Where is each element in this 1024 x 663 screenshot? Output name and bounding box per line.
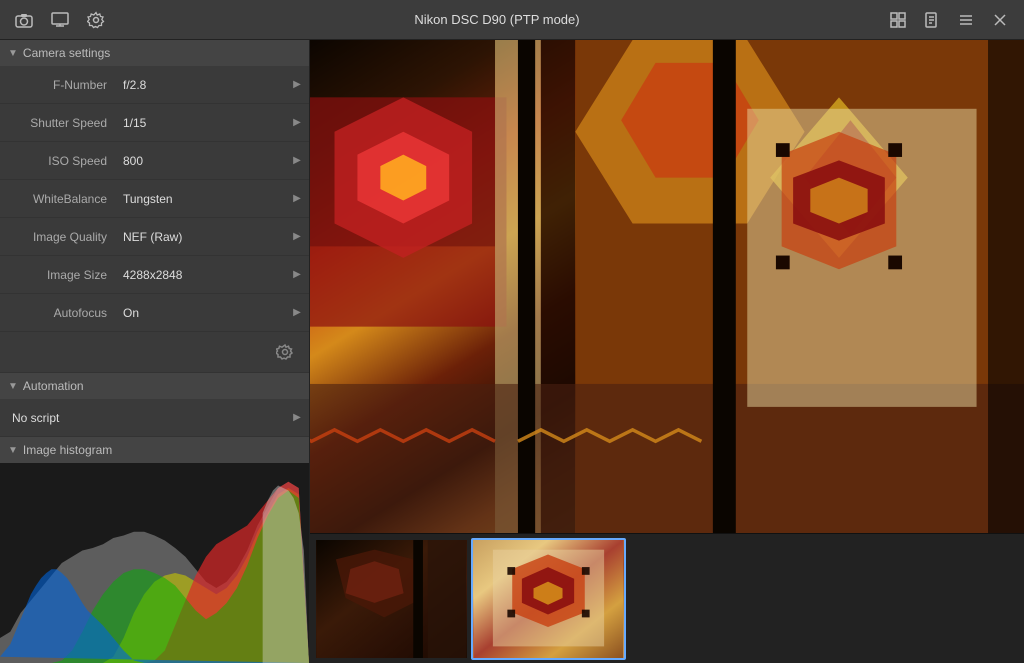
left-panel: ▼ Camera settings F-Number f/2.8 ▶ Shutt… bbox=[0, 40, 310, 663]
main-content: ▼ Camera settings F-Number f/2.8 ▶ Shutt… bbox=[0, 40, 1024, 663]
thumbnail-1-image bbox=[316, 540, 467, 658]
automation-script-row: No script ▶ bbox=[0, 399, 309, 437]
whitebalance-label: WhiteBalance bbox=[0, 192, 115, 206]
shutter-row: Shutter Speed 1/15 ▶ bbox=[0, 104, 309, 142]
close-button[interactable] bbox=[986, 6, 1014, 34]
iso-label: ISO Speed bbox=[0, 154, 115, 168]
automation-arrow: ▼ bbox=[8, 381, 18, 392]
display-icon[interactable] bbox=[46, 6, 74, 34]
gear-row bbox=[0, 332, 309, 373]
histogram-section: ▼ Image histogram bbox=[0, 437, 309, 663]
histogram-label: Image histogram bbox=[23, 443, 112, 457]
add-button[interactable] bbox=[884, 6, 912, 34]
fnumber-label: F-Number bbox=[0, 78, 115, 92]
thumbnail-strip bbox=[310, 533, 1024, 663]
whitebalance-value: Tungsten bbox=[115, 192, 285, 206]
doc-button[interactable] bbox=[918, 6, 946, 34]
right-panel bbox=[310, 40, 1024, 663]
imagesize-label: Image Size bbox=[0, 268, 115, 282]
titlebar-right bbox=[884, 6, 1014, 34]
imagesize-arrow[interactable]: ▶ bbox=[285, 256, 309, 293]
camera-settings-arrow: ▼ bbox=[8, 48, 18, 59]
autofocus-arrow[interactable]: ▶ bbox=[285, 294, 309, 331]
fnumber-arrow[interactable]: ▶ bbox=[285, 66, 309, 103]
autofocus-row: Autofocus On ▶ bbox=[0, 294, 309, 332]
camera-icon[interactable] bbox=[10, 6, 38, 34]
gear-settings-button[interactable] bbox=[271, 338, 299, 366]
camera-settings-header[interactable]: ▼ Camera settings bbox=[0, 40, 309, 66]
fnumber-value: f/2.8 bbox=[115, 78, 285, 92]
camera-settings-label: Camera settings bbox=[23, 46, 110, 60]
histogram-arrow: ▼ bbox=[8, 445, 18, 456]
window-title: Nikon DSC D90 (PTP mode) bbox=[110, 12, 884, 27]
imagesize-row: Image Size 4288x2848 ▶ bbox=[0, 256, 309, 294]
imagesize-value: 4288x2848 bbox=[115, 268, 285, 282]
iso-row: ISO Speed 800 ▶ bbox=[0, 142, 309, 180]
histogram-header[interactable]: ▼ Image histogram bbox=[0, 437, 309, 463]
titlebar: Nikon DSC D90 (PTP mode) bbox=[0, 0, 1024, 40]
histogram-canvas bbox=[0, 463, 309, 663]
shutter-label: Shutter Speed bbox=[0, 116, 115, 130]
shutter-arrow[interactable]: ▶ bbox=[285, 104, 309, 141]
fnumber-row: F-Number f/2.8 ▶ bbox=[0, 66, 309, 104]
iso-value: 800 bbox=[115, 154, 285, 168]
titlebar-left bbox=[10, 6, 110, 34]
whitebalance-arrow[interactable]: ▶ bbox=[285, 180, 309, 217]
thumbnail-1[interactable] bbox=[314, 538, 469, 660]
thumbnail-2-image bbox=[473, 540, 624, 658]
settings-rows: F-Number f/2.8 ▶ Shutter Speed 1/15 ▶ IS… bbox=[0, 66, 309, 332]
imagequality-value: NEF (Raw) bbox=[115, 230, 285, 244]
automation-label: Automation bbox=[23, 379, 84, 393]
iso-arrow[interactable]: ▶ bbox=[285, 142, 309, 179]
autofocus-label: Autofocus bbox=[0, 306, 115, 320]
shutter-value: 1/15 bbox=[115, 116, 285, 130]
automation-script-arrow[interactable]: ▶ bbox=[285, 399, 309, 436]
thumbnail-2[interactable] bbox=[471, 538, 626, 660]
automation-header[interactable]: ▼ Automation bbox=[0, 373, 309, 399]
autofocus-value: On bbox=[115, 306, 285, 320]
automation-script-value: No script bbox=[0, 411, 285, 425]
gear-titlebar-icon[interactable] bbox=[82, 6, 110, 34]
main-image-container bbox=[310, 40, 1024, 533]
imagequality-arrow[interactable]: ▶ bbox=[285, 218, 309, 255]
menu-button[interactable] bbox=[952, 6, 980, 34]
imagequality-row: Image Quality NEF (Raw) ▶ bbox=[0, 218, 309, 256]
whitebalance-row: WhiteBalance Tungsten ▶ bbox=[0, 180, 309, 218]
imagequality-label: Image Quality bbox=[0, 230, 115, 244]
